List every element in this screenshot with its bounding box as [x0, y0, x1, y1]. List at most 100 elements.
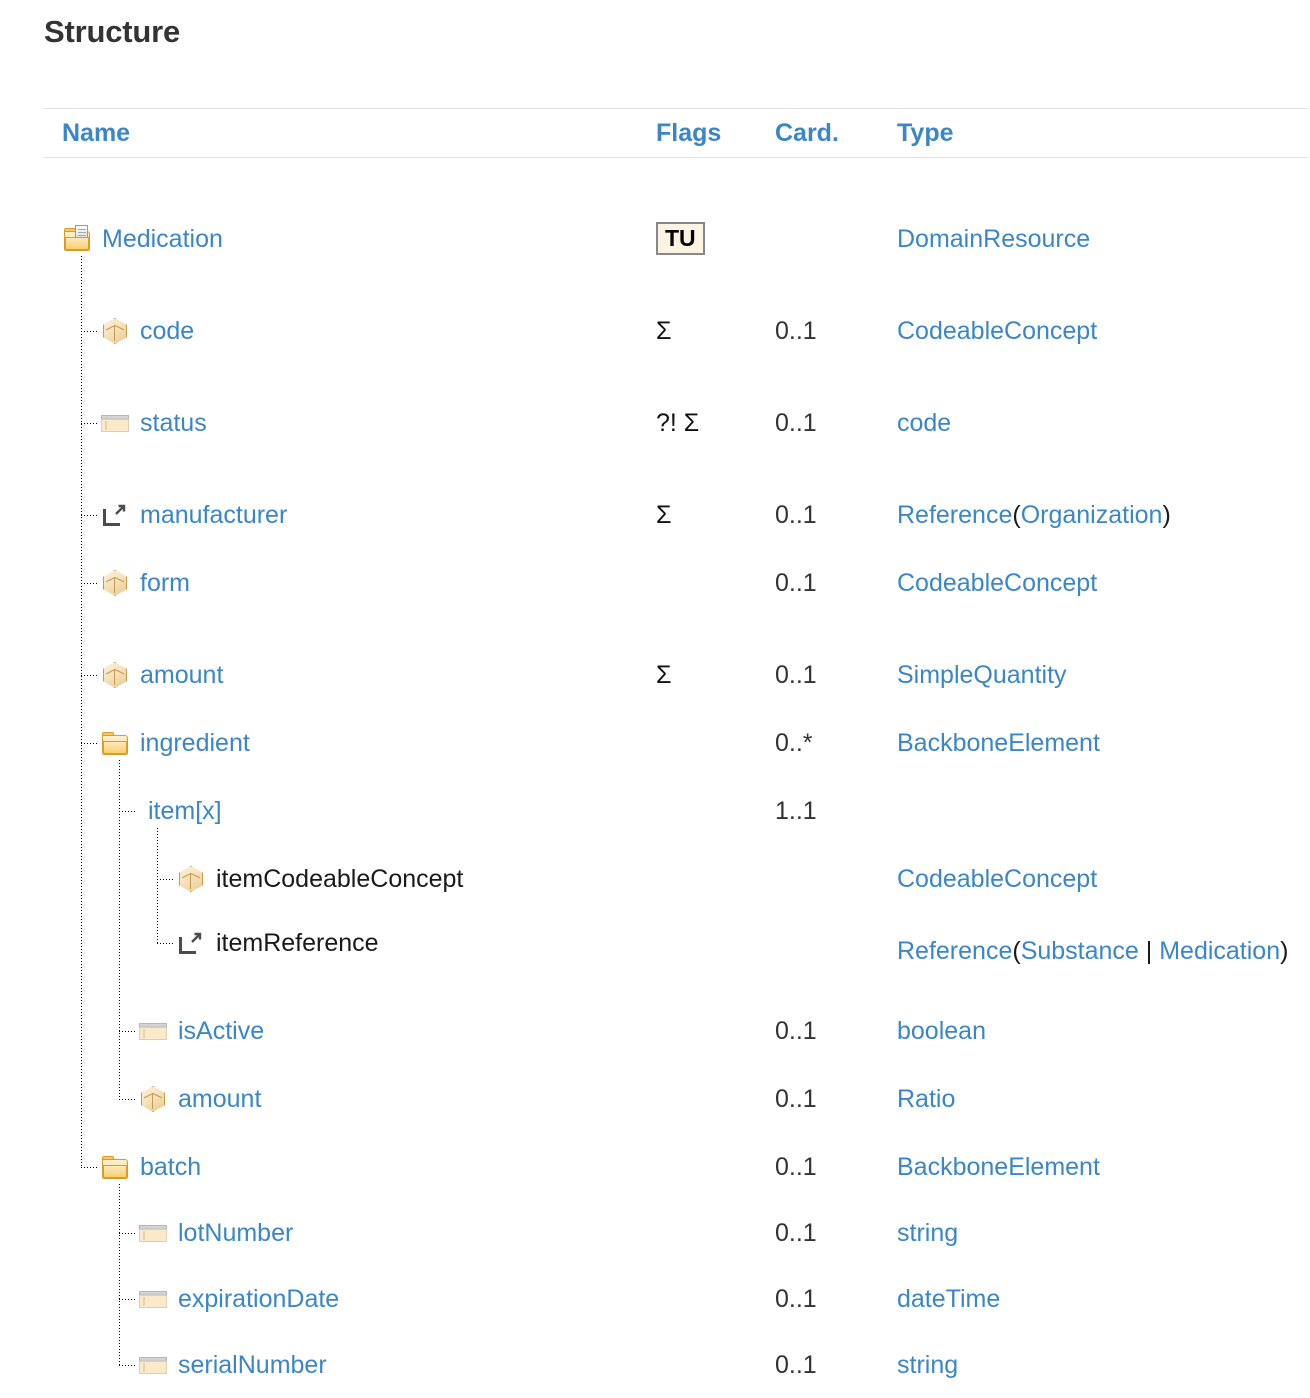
page-title: Structure — [44, 14, 181, 49]
flag-symbols: Σ — [656, 501, 672, 529]
row-cardinality-cell: 0..1 — [775, 1085, 817, 1113]
type-part: ( — [1012, 501, 1021, 529]
column-header-type[interactable]: Type — [897, 119, 954, 148]
row-name-cell: item[x] — [138, 796, 222, 826]
type-part[interactable]: string — [897, 1351, 958, 1379]
row-cardinality-cell: 0..1 — [775, 501, 817, 529]
row-name-cell: Medication — [62, 224, 223, 254]
element-name: itemCodeableConcept — [216, 865, 464, 893]
table-body: Medication TU DomainResource code Σ 0..1 Codea… — [44, 158, 1308, 1398]
row-flags-cell: Σ — [656, 660, 671, 691]
row-flags-cell: TU — [656, 222, 705, 257]
primitive-icon — [138, 1284, 168, 1314]
row-type-cell: CodeableConcept — [897, 568, 1097, 598]
element-name[interactable]: Medication — [102, 224, 223, 254]
type-part[interactable]: string — [897, 1219, 958, 1247]
table-row: Medication TU DomainResource — [44, 206, 1308, 272]
table-row: item[x] 1..1 — [44, 778, 1308, 844]
datatype-cube-icon — [100, 568, 130, 598]
type-part[interactable]: BackboneElement — [897, 1153, 1100, 1181]
row-cardinality-cell: 0..1 — [775, 1351, 817, 1379]
type-part[interactable]: Organization — [1021, 501, 1163, 529]
row-cardinality-cell: 0..1 — [775, 661, 817, 689]
type-part[interactable]: CodeableConcept — [897, 317, 1097, 345]
element-name[interactable]: manufacturer — [140, 500, 287, 530]
table-row: lotNumber 0..1 string — [44, 1200, 1308, 1266]
table-row: code Σ 0..1 CodeableConcept — [44, 298, 1308, 364]
primitive-icon — [138, 1218, 168, 1248]
type-part[interactable]: CodeableConcept — [897, 569, 1097, 597]
backbone-folder-icon — [100, 728, 130, 758]
type-part[interactable]: Reference — [897, 501, 1012, 529]
datatype-cube-icon — [100, 660, 130, 690]
type-part: ( — [1012, 937, 1021, 965]
datatype-cube-icon — [138, 1084, 168, 1114]
element-name[interactable]: amount — [178, 1084, 261, 1114]
row-type-cell: BackboneElement — [897, 728, 1100, 758]
element-name[interactable]: ingredient — [140, 728, 250, 758]
element-name[interactable]: batch — [140, 1152, 201, 1182]
type-part[interactable]: Reference — [897, 937, 1012, 965]
table-row: expirationDate 0..1 dateTime — [44, 1266, 1308, 1332]
row-name-cell: amount — [138, 1084, 261, 1114]
row-type-cell: boolean — [897, 1016, 986, 1046]
column-header-flags[interactable]: Flags — [656, 119, 721, 148]
row-cardinality-cell: 0..1 — [775, 1017, 817, 1045]
type-part[interactable]: code — [897, 409, 951, 437]
type-part[interactable]: SimpleQuantity — [897, 661, 1067, 689]
element-name[interactable]: form — [140, 568, 190, 598]
row-type-cell: Reference(Organization) — [897, 500, 1171, 530]
column-header-card[interactable]: Card. — [775, 119, 839, 148]
element-name[interactable]: isActive — [178, 1016, 264, 1046]
type-part[interactable]: BackboneElement — [897, 729, 1100, 757]
row-name-cell: status — [100, 408, 207, 438]
type-part[interactable]: CodeableConcept — [897, 865, 1097, 893]
row-flags-cell: Σ — [656, 500, 671, 531]
structure-table: Name Flags Card. Type Medication TU Domain… — [44, 108, 1308, 1398]
element-name[interactable]: code — [140, 316, 194, 346]
type-part[interactable]: dateTime — [897, 1285, 1000, 1313]
type-part[interactable]: Substance — [1021, 937, 1139, 965]
type-part[interactable]: Medication — [1159, 937, 1280, 965]
row-type-cell: BackboneElement — [897, 1152, 1100, 1182]
table-row: itemCodeableConcept CodeableConcept — [44, 846, 1308, 912]
element-name[interactable]: status — [140, 408, 207, 438]
row-type-cell: string — [897, 1350, 958, 1380]
table-row: itemReference Reference(Substance | Medic… — [44, 910, 1308, 976]
element-name[interactable]: expirationDate — [178, 1284, 339, 1314]
table-row: form 0..1 CodeableConcept — [44, 550, 1308, 616]
column-header-name[interactable]: Name — [62, 119, 130, 148]
row-name-cell: itemCodeableConcept — [176, 864, 463, 894]
type-part[interactable]: Ratio — [897, 1085, 955, 1113]
table-row: amount Σ 0..1 SimpleQuantity — [44, 642, 1308, 708]
row-name-cell: manufacturer — [100, 500, 287, 530]
type-part: ) — [1162, 501, 1171, 529]
element-name[interactable]: amount — [140, 660, 223, 690]
row-cardinality-cell: 0..1 — [775, 409, 817, 437]
flag-symbols: ?! Σ — [656, 409, 700, 437]
row-flags-cell: Σ — [656, 316, 671, 347]
table-row: serialNumber 0..1 string — [44, 1332, 1308, 1398]
row-type-cell: DomainResource — [897, 224, 1090, 254]
type-part[interactable]: DomainResource — [897, 225, 1090, 253]
row-type-cell: CodeableConcept — [897, 316, 1097, 346]
table-row: batch 0..1 BackboneElement — [44, 1134, 1308, 1200]
element-name[interactable]: lotNumber — [178, 1218, 293, 1248]
status-badge: TU — [656, 222, 705, 255]
primitive-icon — [100, 408, 130, 438]
row-flags-cell: ?! Σ — [656, 408, 699, 439]
element-name[interactable]: item[x] — [148, 796, 222, 826]
row-name-cell: lotNumber — [138, 1218, 293, 1248]
type-part[interactable]: boolean — [897, 1017, 986, 1045]
element-name[interactable]: serialNumber — [178, 1350, 327, 1380]
row-cardinality-cell: 0..1 — [775, 1219, 817, 1247]
row-cardinality-cell: 0..1 — [775, 569, 817, 597]
row-name-cell: serialNumber — [138, 1350, 327, 1380]
row-name-cell: expirationDate — [138, 1284, 339, 1314]
type-part: ) — [1280, 937, 1289, 965]
row-name-cell: amount — [100, 660, 223, 690]
row-name-cell: batch — [100, 1152, 201, 1182]
row-type-cell: dateTime — [897, 1284, 1000, 1314]
row-type-cell: code — [897, 408, 951, 438]
flag-symbols: Σ — [656, 661, 672, 689]
